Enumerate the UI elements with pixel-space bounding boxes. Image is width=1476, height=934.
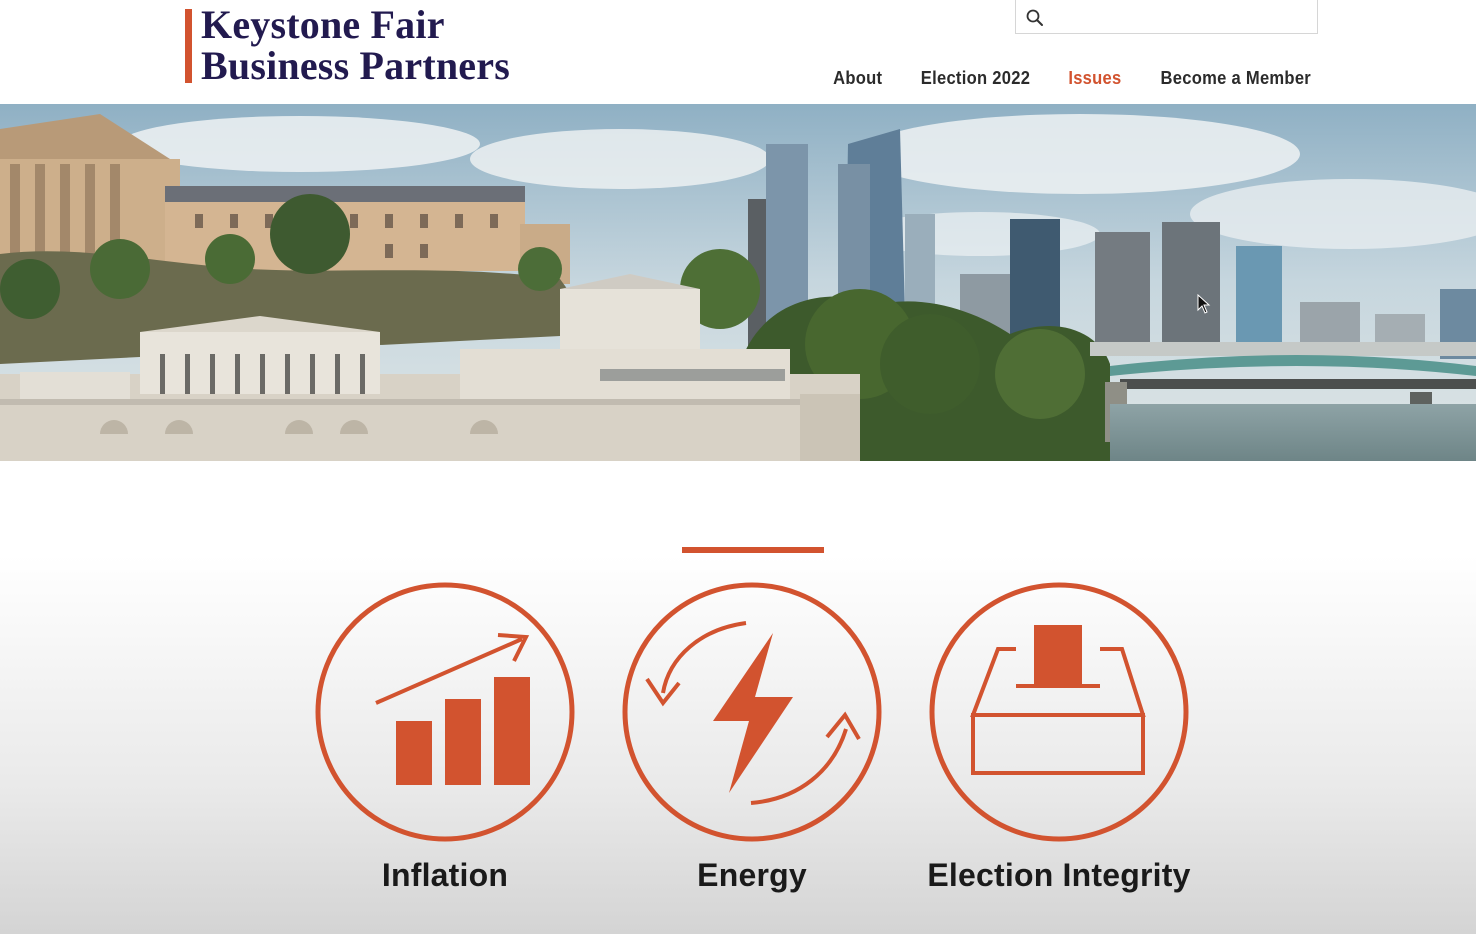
site-header: Keystone Fair Business Partners About El… — [0, 0, 1476, 104]
issues-section: Inflation Energy Election Integrity — [0, 461, 1476, 934]
main-nav: About Election 2022 Issues Become a Memb… — [831, 68, 1318, 89]
search-icon[interactable] — [1025, 8, 1045, 28]
issue-label-energy: Energy — [697, 857, 807, 893]
logo-accent-bar — [185, 9, 192, 83]
site-logo[interactable]: Keystone Fair Business Partners — [201, 4, 621, 86]
hero-image — [0, 104, 1476, 461]
search-box[interactable] — [1015, 0, 1318, 34]
lightning-cycle-icon — [622, 582, 882, 842]
issue-card-energy[interactable]: Energy — [602, 581, 902, 894]
search-input[interactable] — [1054, 4, 1313, 30]
mouse-pointer-icon — [1197, 294, 1211, 314]
section-divider — [682, 547, 824, 553]
nav-item-about[interactable]: About — [833, 68, 882, 89]
ballot-box-icon — [929, 582, 1189, 842]
issue-card-election-integrity[interactable]: Election Integrity — [909, 581, 1209, 894]
nav-item-become-a-member[interactable]: Become a Member — [1161, 68, 1311, 89]
skyline-illustration — [0, 104, 1476, 461]
nav-item-election-2022[interactable]: Election 2022 — [920, 68, 1029, 89]
logo-line-2: Business Partners — [201, 43, 510, 88]
issue-card-inflation[interactable]: Inflation — [295, 581, 595, 894]
issue-label-inflation: Inflation — [381, 857, 509, 893]
issue-label-election-integrity: Election Integrity — [927, 857, 1191, 893]
nav-item-issues[interactable]: Issues — [1068, 68, 1121, 89]
logo-line-1: Keystone Fair — [201, 2, 445, 47]
rising-bar-chart-icon — [315, 582, 575, 842]
